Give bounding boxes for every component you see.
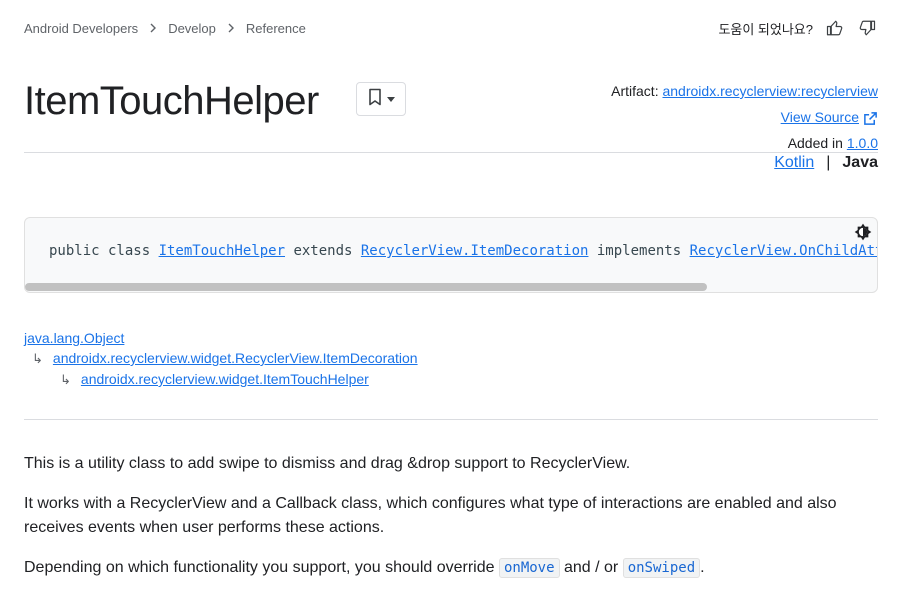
onmove-code-link[interactable]: onMove	[498, 558, 560, 578]
tab-kotlin[interactable]: Kotlin	[774, 154, 814, 172]
description-paragraph-2: It works with a RecyclerView and a Callb…	[24, 495, 837, 536]
artifact-meta: Artifact: androidx.recyclerview:recycler…	[611, 78, 878, 156]
signature-class-link[interactable]: ItemTouchHelper	[159, 243, 285, 259]
tab-java[interactable]: Java	[842, 154, 878, 172]
hierarchy-arrow-icon: ↳	[60, 372, 71, 387]
p3-suffix: .	[700, 559, 705, 576]
thumb-up-icon[interactable]	[825, 18, 845, 38]
breadcrumb-android-developers[interactable]: Android Developers	[24, 21, 138, 36]
hierarchy-itemdecoration-link[interactable]: androidx.recyclerview.widget.RecyclerVie…	[53, 350, 418, 366]
view-source-link[interactable]: View Source	[781, 109, 859, 125]
bookmark-button[interactable]	[356, 82, 406, 116]
onswiped-code-link[interactable]: onSwiped	[622, 558, 701, 578]
class-description: This is a utility class to add swipe to …	[24, 452, 865, 596]
language-switcher: Kotlin | Java	[774, 154, 878, 172]
description-paragraph-1: This is a utility class to add swipe to …	[24, 455, 631, 472]
p3-prefix: Depending on which functionality you sup…	[24, 559, 499, 576]
divider	[24, 419, 878, 420]
artifact-link[interactable]: androidx.recyclerview:recyclerview	[662, 83, 878, 99]
hierarchy-level-3: ↳ androidx.recyclerview.widget.ItemTouchH…	[24, 369, 418, 390]
hierarchy-level-1: java.lang.Object	[24, 328, 418, 348]
artifact-row: Artifact: androidx.recyclerview:recycler…	[611, 78, 878, 104]
p3-mid: and / or	[559, 559, 623, 576]
signature-implements: implements	[588, 243, 690, 259]
class-hierarchy: java.lang.Object ↳ androidx.recyclerview.…	[24, 328, 418, 390]
feedback-question: 도움이 되었나요?	[718, 21, 813, 37]
signature-parent-link[interactable]: RecyclerView.ItemDecoration	[361, 243, 589, 259]
horizontal-scrollbar[interactable]	[25, 282, 877, 292]
page-title: ItemTouchHelper	[24, 79, 319, 123]
language-divider: |	[826, 154, 831, 171]
divider	[24, 152, 878, 153]
signature-extends: extends	[285, 243, 361, 259]
open-in-new-icon[interactable]	[863, 111, 878, 126]
hierarchy-object-link[interactable]: java.lang.Object	[24, 330, 124, 346]
bookmark-icon	[367, 88, 383, 111]
breadcrumb-develop[interactable]: Develop	[168, 21, 216, 36]
class-signature-block: public class ItemTouchHelper extends Rec…	[24, 217, 878, 293]
class-signature: public class ItemTouchHelper extends Rec…	[49, 243, 877, 259]
scrollbar-thumb[interactable]	[25, 283, 707, 291]
top-bar: Android Developers Develop Reference 도움이…	[24, 14, 877, 42]
hierarchy-arrow-icon: ↳	[32, 351, 43, 366]
feedback-widget: 도움이 되었나요?	[718, 18, 877, 38]
theme-toggle-icon[interactable]	[853, 222, 873, 242]
breadcrumb: Android Developers Develop Reference	[24, 21, 306, 36]
thumb-down-icon[interactable]	[857, 18, 877, 38]
chevron-right-icon	[148, 21, 158, 36]
view-source-row: View Source	[611, 104, 878, 130]
signature-interface-link[interactable]: RecyclerView.OnChildAttachStateChangeLis…	[690, 243, 877, 259]
hierarchy-level-2: ↳ androidx.recyclerview.widget.RecyclerVi…	[24, 348, 418, 369]
hierarchy-itemtouchhelper-link[interactable]: androidx.recyclerview.widget.ItemTouchHe…	[81, 371, 369, 387]
added-in-label: Added in	[787, 135, 847, 151]
added-in-version-link[interactable]: 1.0.0	[847, 135, 878, 151]
breadcrumb-reference[interactable]: Reference	[246, 21, 306, 36]
description-paragraph-3: Depending on which functionality you sup…	[24, 556, 865, 580]
caret-down-icon	[387, 90, 395, 108]
artifact-label: Artifact:	[611, 83, 663, 99]
chevron-right-icon	[226, 21, 236, 36]
signature-prefix: public class	[49, 243, 159, 259]
